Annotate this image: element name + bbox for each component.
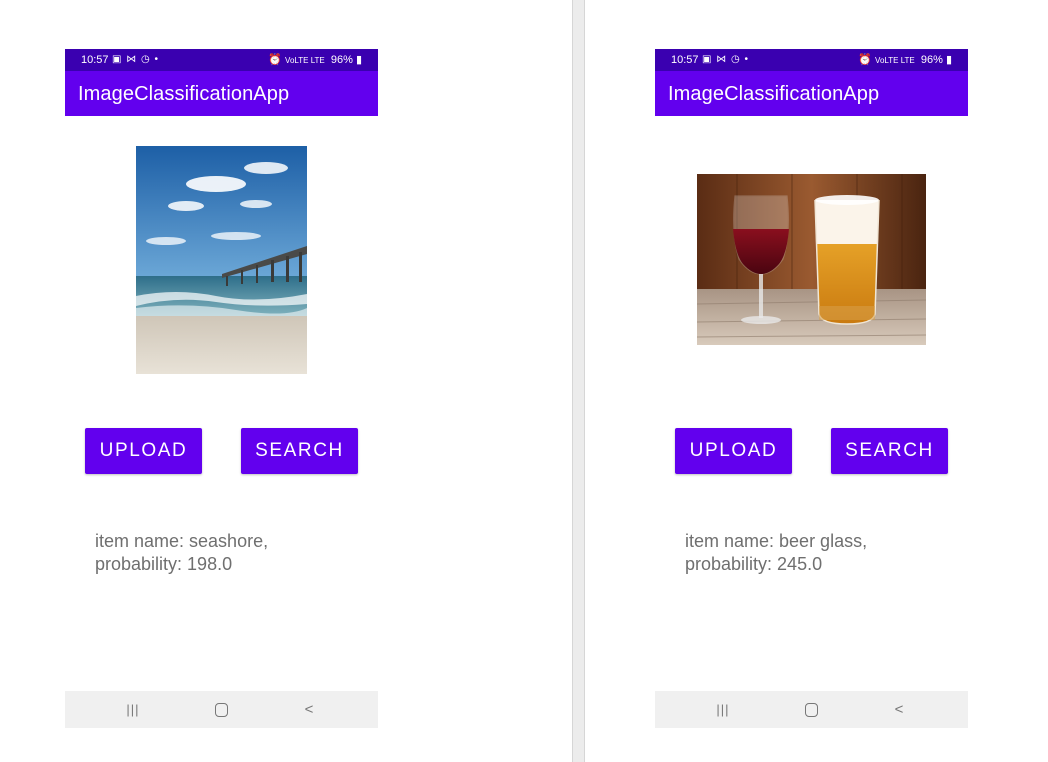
- notification-icons: ▣ ⋈ ◷ •: [702, 54, 750, 65]
- app-title: ImageClassificationApp: [668, 83, 880, 105]
- battery-icon: ▮: [945, 54, 952, 66]
- classification-result: item name: beer glass, probability: 245.…: [685, 530, 945, 576]
- home-icon[interactable]: [791, 691, 831, 728]
- signal-icon: VoLTE LTE: [285, 56, 325, 65]
- status-bar: 10:57 ▣ ⋈ ◷ • ⏰ VoLTE LTE 96% ▮: [655, 49, 968, 71]
- status-time: 10:57: [671, 54, 699, 66]
- recent-apps-icon[interactable]: |||: [113, 691, 153, 728]
- classification-result: item name: seashore, probability: 198.0: [95, 530, 355, 576]
- status-right-group: ⏰ VoLTE LTE 96% ▮: [858, 49, 952, 72]
- recent-apps-icon[interactable]: |||: [703, 691, 743, 728]
- split-divider: [572, 0, 585, 762]
- battery-level: 96%: [920, 54, 943, 66]
- screenshot-canvas: 10:57 ▣ ⋈ ◷ • ⏰ VoLTE LTE 96% ▮ ImageCla…: [0, 0, 1048, 762]
- status-time: 10:57: [81, 54, 109, 66]
- app-title: ImageClassificationApp: [78, 83, 290, 105]
- home-icon[interactable]: [201, 691, 241, 728]
- battery-level: 96%: [330, 54, 353, 66]
- search-button[interactable]: SEARCH: [831, 428, 948, 474]
- upload-button[interactable]: UPLOAD: [675, 428, 792, 474]
- back-icon[interactable]: <: [289, 691, 329, 728]
- navigation-bar: ||| <: [65, 691, 378, 728]
- result-item-name: item name: seashore,: [95, 531, 269, 551]
- signal-icon: VoLTE LTE: [875, 56, 915, 65]
- alarm-icon: ⏰: [858, 54, 872, 66]
- app-bar: ImageClassificationApp: [65, 71, 378, 116]
- result-probability: probability: 198.0: [95, 554, 233, 574]
- upload-button[interactable]: UPLOAD: [85, 428, 202, 474]
- alarm-icon: ⏰: [268, 54, 282, 66]
- result-probability: probability: 245.0: [685, 554, 823, 574]
- notification-icons: ▣ ⋈ ◷ •: [112, 54, 160, 65]
- app-bar: ImageClassificationApp: [655, 71, 968, 116]
- back-icon[interactable]: <: [879, 691, 919, 728]
- search-button[interactable]: SEARCH: [241, 428, 358, 474]
- status-bar: 10:57 ▣ ⋈ ◷ • ⏰ VoLTE LTE 96% ▮: [65, 49, 378, 71]
- glasses-photo: [697, 174, 926, 345]
- navigation-bar: ||| <: [655, 691, 968, 728]
- phone-screen-left: 10:57 ▣ ⋈ ◷ • ⏰ VoLTE LTE 96% ▮ ImageCla…: [65, 49, 378, 728]
- result-item-name: item name: beer glass,: [685, 531, 868, 551]
- status-right-group: ⏰ VoLTE LTE 96% ▮: [268, 49, 362, 72]
- seashore-photo: [136, 146, 307, 374]
- phone-screen-right: 10:57 ▣ ⋈ ◷ • ⏰ VoLTE LTE 96% ▮ ImageCla…: [655, 49, 968, 728]
- battery-icon: ▮: [355, 54, 362, 66]
